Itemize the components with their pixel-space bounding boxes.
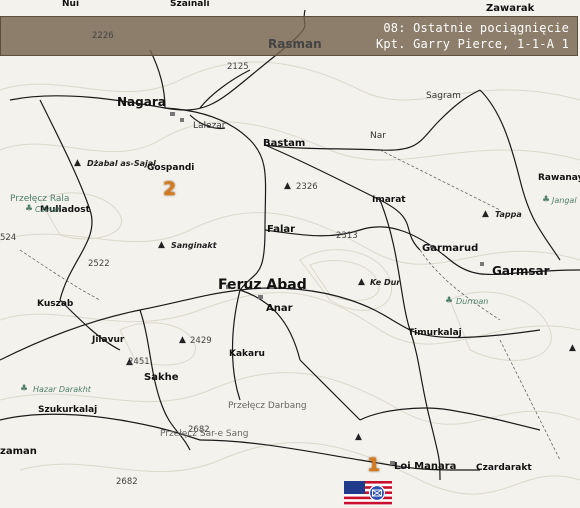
hill-sanginakt: Sanginakt — [171, 241, 217, 250]
place-anar: Anar — [266, 303, 293, 314]
place-garmsar: Garmsar — [492, 264, 550, 278]
hill-triangle-icon: ▲ — [358, 277, 365, 287]
elevation-label: 2682 — [116, 477, 138, 487]
hill-tappa: Tappa — [495, 210, 522, 219]
location-przelecz-sar: Przełęcz Sar-e Sang — [160, 429, 249, 439]
place-nar: Nar — [370, 131, 386, 141]
vegetation-jangal: Jangal — [552, 196, 577, 205]
place-kakaru: Kakaru — [229, 349, 265, 359]
place-imarat: Imarat — [372, 195, 406, 205]
hill-dzabal: Dżabal as-Sajal — [87, 159, 156, 168]
location-przelecz-darbang: Przełęcz Darbang — [228, 401, 307, 411]
vegetation-hazar: Hazar Darakht — [33, 385, 91, 394]
hill-triangle-icon: ▲ — [74, 158, 81, 168]
elevation-label: 2326 — [296, 182, 318, 192]
place-rasman: Rasman — [268, 37, 322, 51]
hill-triangle-icon: ▲ — [355, 432, 362, 442]
hill-triangle-icon: ▲ — [284, 181, 291, 191]
hill-kedur: Ke Dur — [370, 278, 401, 287]
us-unit-marker-icon[interactable] — [344, 481, 392, 505]
place-sagram: Sagram — [426, 91, 461, 101]
objective-marker-2[interactable]: 2 — [163, 178, 176, 200]
place-bastam: Bastam — [263, 138, 306, 149]
place-timurkalaj: Timurkalaj — [408, 328, 462, 338]
place-nui: Nui — [62, 0, 80, 9]
place-falar: Falar — [267, 224, 296, 235]
hill-triangle-icon: ▲ — [179, 335, 186, 345]
place-szainali: Szainali — [170, 0, 210, 9]
tree-icon: ♣ — [542, 195, 551, 205]
tree-icon: ♣ — [20, 384, 29, 394]
place-kuszab: Kuszab — [37, 299, 74, 309]
place-zawarak: Zawarak — [486, 3, 535, 14]
place-szukurkalaj: Szukurkalaj — [38, 405, 98, 415]
place-loi-manara: Loi Manara — [394, 461, 457, 472]
tree-icon: ♣ — [445, 296, 454, 306]
vegetation-czinar: Czinar — [35, 205, 61, 214]
elevation-label: 2429 — [190, 336, 212, 346]
mission-title: 08: Ostatnie pociągnięcie — [383, 21, 569, 35]
elevation-label: 2226 — [92, 31, 114, 41]
elevation-label: 2522 — [88, 259, 110, 269]
place-nagara: Nagara — [117, 95, 166, 109]
place-czardarakt: Czardarakt — [476, 463, 532, 473]
tree-icon: ♣ — [25, 204, 34, 214]
vegetation-durman: Durman — [456, 297, 489, 306]
place-garmarud: Garmarud — [422, 243, 479, 254]
place-rawanay: Rawanay — [538, 173, 580, 183]
place-zaman: zaman — [0, 446, 37, 457]
elevation-label: 2451 — [128, 357, 150, 367]
place-sakhe: Sakhe — [144, 372, 179, 383]
hill-triangle-icon: ▲ — [158, 240, 165, 250]
hill-triangle-icon: ▲ — [482, 209, 489, 219]
elevation-label: 2313 — [336, 231, 358, 241]
terrain-map[interactable] — [0, 0, 580, 508]
place-jilavur: Jilavur — [92, 335, 125, 345]
location-przelecz-rala: Przełęcz Rala — [10, 194, 70, 204]
elevation-label: 524 — [0, 233, 17, 243]
place-feruz-abad: Feruz Abad — [218, 277, 307, 293]
hill-triangle-icon: ▲ — [569, 343, 576, 353]
mission-unit: Kpt. Garry Pierce, 1-1-A 1 — [375, 37, 569, 51]
objective-marker-1[interactable]: 1 — [367, 454, 380, 476]
place-lalezar: Lalezar — [193, 121, 226, 131]
elevation-label: 2125 — [227, 62, 249, 72]
